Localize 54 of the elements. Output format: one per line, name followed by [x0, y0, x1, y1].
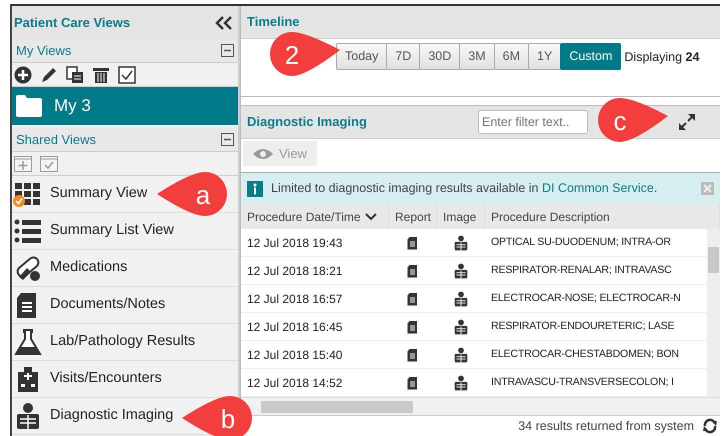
my-view-item[interactable]: My 3	[12, 87, 238, 125]
displaying-text: Displaying 24	[624, 49, 700, 66]
expand-icon[interactable]	[678, 113, 696, 131]
image-icon[interactable]	[453, 290, 469, 306]
eye-icon	[253, 148, 273, 160]
range-button[interactable]: 3M	[459, 43, 495, 70]
results-count: 34 results returned from system	[518, 418, 694, 435]
filter-field[interactable]: Enter filter text..	[478, 110, 588, 134]
copy-icon[interactable]	[66, 66, 84, 84]
report-icon[interactable]	[406, 234, 420, 250]
collapse-icon[interactable]	[214, 14, 234, 30]
di-common-service-link[interactable]: DI Common Service	[542, 181, 654, 196]
collapse-icon[interactable]	[221, 44, 234, 57]
add-icon[interactable]	[14, 66, 32, 84]
xray-icon	[14, 402, 42, 430]
report-icon[interactable]	[406, 374, 420, 390]
column-header[interactable]: Image	[437, 204, 485, 229]
report-icon[interactable]	[406, 318, 420, 334]
panel-title: Timeline	[247, 13, 300, 32]
image-icon[interactable]	[453, 234, 469, 250]
flask-icon	[14, 328, 42, 356]
image-icon[interactable]	[453, 318, 469, 334]
column-header[interactable]: Procedure Description	[485, 204, 720, 229]
checklist-icon[interactable]	[118, 66, 136, 84]
column-header[interactable]: Report	[389, 204, 437, 229]
trash-icon[interactable]	[92, 66, 110, 84]
checklist-icon[interactable]	[40, 156, 58, 172]
report-icon[interactable]	[406, 290, 420, 306]
range-button[interactable]: Custom	[560, 43, 622, 70]
collapse-icon[interactable]	[221, 133, 234, 146]
report-icon[interactable]	[406, 346, 420, 362]
list-icon	[14, 217, 42, 245]
add-view-icon[interactable]	[14, 156, 32, 172]
section-title: My Views	[16, 42, 72, 60]
column-header[interactable]: Procedure Date/Time	[241, 204, 389, 229]
range-button[interactable]: 7D	[386, 43, 420, 70]
panel-title: Diagnostic Imaging	[247, 113, 367, 132]
vertical-scrollbar[interactable]	[707, 229, 720, 397]
range-button[interactable]: 30D	[419, 43, 460, 70]
image-icon[interactable]	[453, 374, 469, 390]
image-icon[interactable]	[453, 346, 469, 362]
notice-text: Limited to diagnostic imaging results available in DI Common Service.	[271, 180, 658, 198]
refresh-icon[interactable]	[702, 418, 718, 434]
horizontal-scrollbar[interactable]	[241, 397, 720, 415]
section-title: Shared Views	[16, 130, 96, 149]
report-icon[interactable]	[406, 262, 420, 278]
range-button[interactable]: 6M	[494, 43, 530, 70]
range-button[interactable]: Today	[336, 43, 388, 70]
info-icon	[247, 180, 263, 196]
folder-icon	[16, 95, 42, 117]
pencil-icon[interactable]	[40, 66, 58, 84]
range-button[interactable]: 1Y	[528, 43, 562, 70]
sidebar-title: Patient Care Views	[14, 14, 130, 32]
image-icon[interactable]	[453, 262, 469, 278]
